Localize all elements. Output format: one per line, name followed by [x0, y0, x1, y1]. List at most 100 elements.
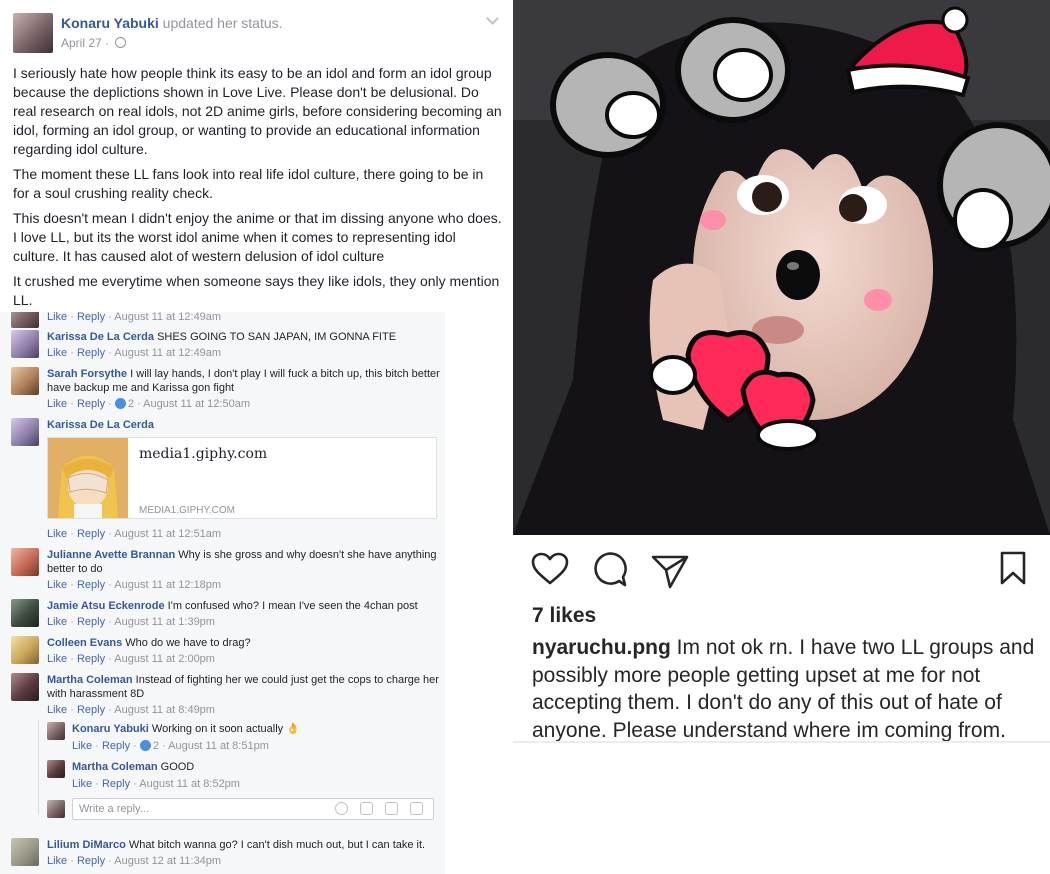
reply-link[interactable]: Reply: [77, 704, 105, 716]
comment-time[interactable]: August 11 at 12:49am: [114, 347, 221, 359]
reply-text: GOOD: [160, 761, 195, 773]
commenter-avatar[interactable]: [11, 673, 39, 701]
like-link[interactable]: Like: [47, 528, 67, 540]
like-link[interactable]: Like: [47, 855, 67, 867]
commenter-avatar[interactable]: [11, 599, 39, 627]
reply-time[interactable]: August 11 at 8:51pm: [168, 740, 269, 752]
commenter-avatar[interactable]: [11, 418, 39, 446]
commenter-avatar[interactable]: [11, 838, 39, 866]
like-link[interactable]: Like: [47, 398, 67, 410]
comment-body: Jamie Atsu Eckenrode I'm confused who? I…: [47, 599, 442, 629]
comment-time[interactable]: August 12 at 11:34pm: [114, 855, 221, 867]
chevron-down-icon[interactable]: [486, 12, 499, 25]
author-avatar[interactable]: [13, 13, 53, 53]
write-reply-row: Write a reply...: [47, 798, 434, 820]
commenter-name[interactable]: Karissa De La Cerda: [47, 331, 154, 343]
heart-icon[interactable]: [531, 552, 569, 586]
bookmark-icon[interactable]: [999, 550, 1027, 586]
comment-text: What bitch wanna go? I can't dish much o…: [128, 839, 426, 851]
comment-body: Like · Reply · August 11 at 12:49am: [47, 312, 442, 324]
commenter-avatar[interactable]: [11, 367, 39, 395]
replier-avatar[interactable]: [47, 760, 65, 778]
comment-time[interactable]: August 11 at 12:18pm: [114, 579, 221, 591]
commenter-avatar[interactable]: [11, 548, 39, 576]
comment-time[interactable]: August 11 at 12:51am: [114, 528, 221, 540]
comment-meta: Like · Reply · August 11 at 2:00pm: [47, 652, 442, 666]
selfie-with-filter-image: [513, 0, 1050, 535]
comment-text-line: Jamie Atsu Eckenrode I'm confused who? I…: [47, 599, 442, 613]
post-paragraph: I seriously hate how people think its ea…: [13, 65, 502, 157]
comment-time[interactable]: August 11 at 2:00pm: [114, 653, 215, 665]
commenter-avatar[interactable]: [11, 312, 39, 328]
meta-sep: ·: [67, 653, 77, 665]
reply-link[interactable]: Reply: [102, 778, 130, 790]
commenter-avatar[interactable]: [11, 636, 39, 664]
like-link[interactable]: Like: [47, 347, 67, 359]
reply-meta: Like · Reply · 2 · August 11 at 8:51pm: [72, 739, 432, 753]
gif-thumbnail[interactable]: [48, 438, 128, 518]
replier-avatar[interactable]: [47, 722, 65, 740]
share-icon[interactable]: [651, 553, 689, 589]
like-link[interactable]: Like: [47, 616, 67, 628]
like-reaction-icon: [114, 398, 126, 409]
reply-time[interactable]: August 11 at 8:52pm: [139, 778, 240, 790]
sticker-icon[interactable]: [410, 802, 423, 815]
commenter-name[interactable]: Karissa De La Cerda: [47, 419, 154, 431]
meta-sep: ·: [67, 528, 77, 540]
commenter-name[interactable]: Julianne Avette Brannan: [47, 549, 175, 561]
comment-time[interactable]: August 11 at 12:49am: [114, 312, 221, 323]
meta-sep: ·: [67, 398, 77, 410]
meta-sep: ·: [92, 778, 102, 790]
comment-text: SHES GOING TO SAN JAPAN, IM GONNA FITE: [157, 331, 397, 343]
reply-link[interactable]: Reply: [77, 855, 105, 867]
like-link[interactable]: Like: [72, 778, 92, 790]
instagram-post: 7 likes nyaruchu.png Im not ok rn. I hav…: [513, 0, 1050, 874]
reply-link[interactable]: Reply: [77, 616, 105, 628]
link-domain: MEDIA1.GIPHY.COM: [139, 505, 235, 516]
comment-time[interactable]: August 11 at 1:39pm: [114, 616, 215, 628]
like-link[interactable]: Like: [72, 740, 92, 752]
post-date[interactable]: April 27 ·: [61, 36, 112, 50]
post-photo[interactable]: [513, 0, 1050, 535]
commenter-name[interactable]: Lilium DiMarco: [47, 839, 126, 851]
commenter-name[interactable]: Colleen Evans: [47, 637, 122, 649]
like-link[interactable]: Like: [47, 653, 67, 665]
like-link[interactable]: Like: [47, 704, 67, 716]
gif-icon[interactable]: [385, 802, 398, 815]
reply-link[interactable]: Reply: [77, 347, 105, 359]
camera-icon[interactable]: [360, 802, 373, 815]
commenter-name[interactable]: Jamie Atsu Eckenrode: [47, 600, 165, 612]
post-action: updated her status.: [162, 15, 283, 31]
caption-username[interactable]: nyaruchu.png: [532, 636, 671, 659]
write-reply-input[interactable]: Write a reply...: [72, 798, 434, 820]
comment-meta: Like · Reply · 2 · August 11 at 12:50am: [47, 397, 442, 411]
commenter-name[interactable]: Sarah Forsythe: [47, 368, 127, 380]
meta-sep: ·: [105, 312, 115, 323]
globe-icon: [115, 37, 127, 48]
link-title[interactable]: media1.giphy.com: [139, 446, 267, 462]
reply-link[interactable]: Reply: [102, 740, 130, 752]
like-link[interactable]: Like: [47, 312, 67, 323]
reply-link[interactable]: Reply: [77, 579, 105, 591]
replier-name[interactable]: Martha Coleman: [72, 761, 158, 773]
reply-link[interactable]: Reply: [77, 398, 105, 410]
comment-time[interactable]: August 11 at 8:49pm: [114, 704, 215, 716]
emoji-icon[interactable]: [335, 802, 348, 815]
reply-link[interactable]: Reply: [77, 312, 105, 323]
comment-icon[interactable]: [592, 552, 628, 588]
post-author-name[interactable]: Konaru Yabuki: [61, 15, 159, 31]
commenter-name[interactable]: Martha Coleman: [47, 674, 133, 686]
like-link[interactable]: Like: [47, 579, 67, 591]
likes-count[interactable]: 7 likes: [532, 604, 596, 628]
meta-sep: ·: [105, 653, 115, 665]
link-preview-card[interactable]: media1.giphy.com MEDIA1.GIPHY.COM: [47, 437, 437, 519]
comment-body: Karissa De La Cerda: [47, 418, 442, 432]
meta-sep: ·: [67, 347, 77, 359]
reply-link[interactable]: Reply: [77, 653, 105, 665]
reply-link[interactable]: Reply: [77, 528, 105, 540]
meta-sep: ·: [105, 347, 115, 359]
commenter-avatar[interactable]: [11, 330, 39, 358]
post-paragraph: This doesn't mean I didn't enjoy the ani…: [13, 210, 502, 264]
comment-time[interactable]: August 11 at 12:50am: [143, 398, 250, 410]
replier-name[interactable]: Konaru Yabuki: [72, 723, 149, 735]
